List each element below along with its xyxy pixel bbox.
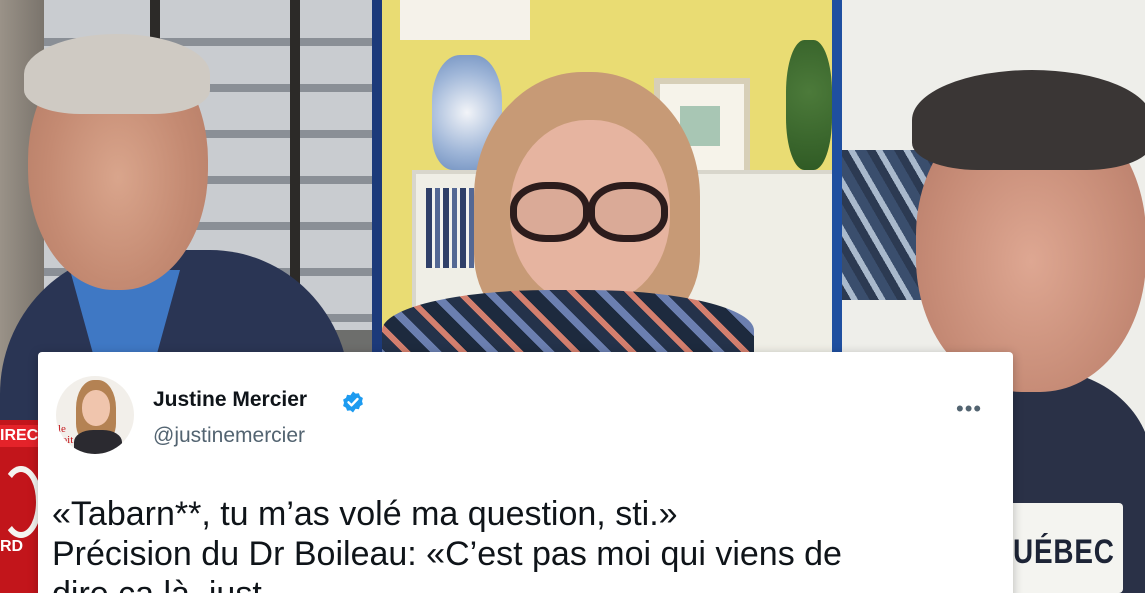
name-tag: UÉBEC <box>1005 503 1123 593</box>
name-tag-text: UÉBEC <box>1013 533 1115 571</box>
video-call-screenshot: UÉBEC IREC RD le roit Justine Mercier @j… <box>0 0 1145 593</box>
avatar-logo-text: le roit <box>58 423 74 446</box>
tweet-text-line: dire ça là, just... <box>52 575 290 593</box>
tweet-text-line: «Tabarn**, tu m’as volé ma question, sti… <box>52 495 678 533</box>
lamp-shade <box>400 0 530 40</box>
broadcaster-logo-icon <box>0 466 42 538</box>
glasses-icon <box>588 182 668 242</box>
avatar-face <box>82 390 110 426</box>
more-options-icon[interactable]: ••• <box>956 398 982 420</box>
broadcaster-label: RD <box>0 538 24 555</box>
author-name[interactable]: Justine Mercier <box>153 388 307 412</box>
video-panel-middle <box>382 0 842 370</box>
live-badge: IREC <box>0 425 38 447</box>
glasses-icon <box>510 182 590 242</box>
tweet-text-line: Précision du Dr Boileau: «C’est pas moi … <box>52 535 842 573</box>
avatar-body <box>74 430 122 454</box>
avatar[interactable]: le roit <box>56 376 134 454</box>
participant-1-hair <box>24 34 210 114</box>
author-handle[interactable]: @justinemercier <box>153 424 305 448</box>
plant <box>786 40 832 170</box>
verified-badge-icon <box>343 391 363 413</box>
tweet-card: le roit Justine Mercier @justinemercier … <box>38 352 1013 593</box>
participant-3-hair <box>912 70 1145 170</box>
tweet-text: «Tabarn**, tu m’as volé ma question, sti… <box>52 494 1007 593</box>
